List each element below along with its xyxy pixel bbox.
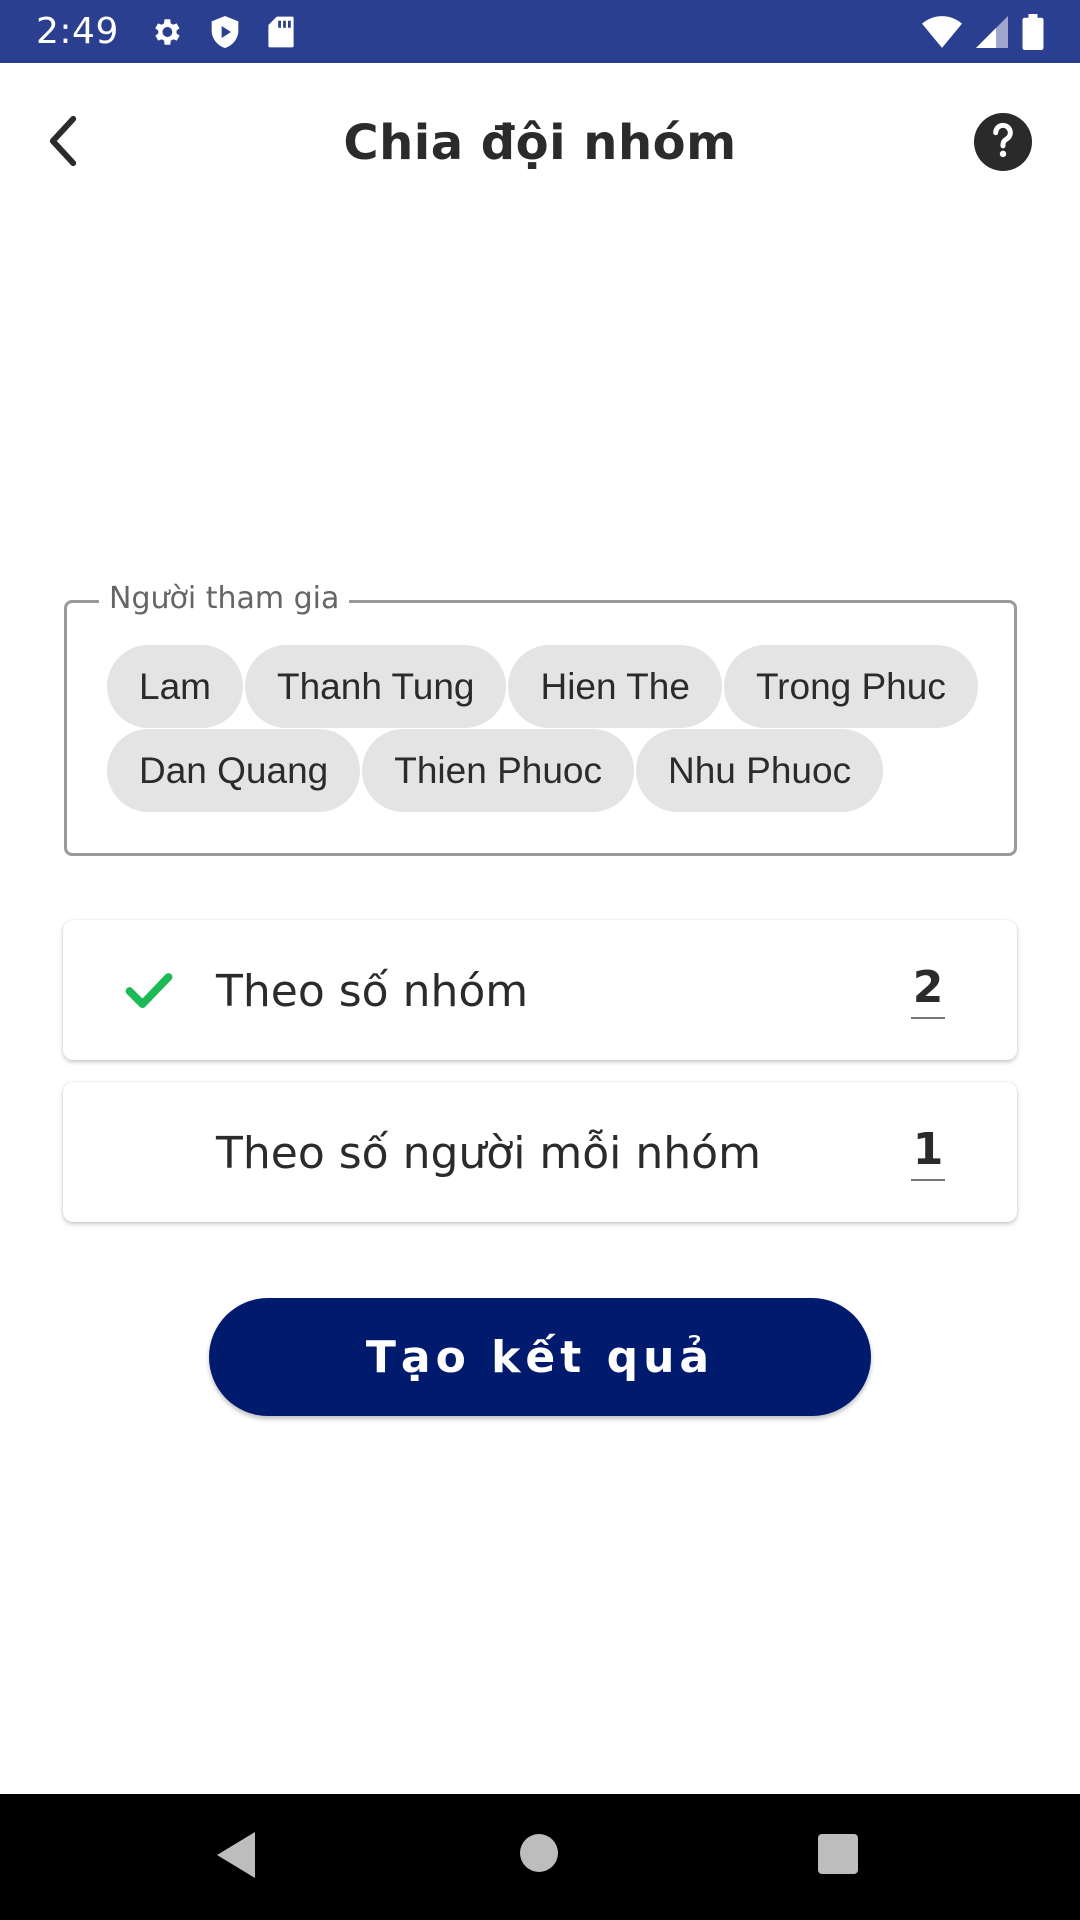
check-icon: [123, 964, 175, 1016]
option-label: Theo số người mỗi nhóm: [216, 1128, 761, 1179]
help-button[interactable]: [974, 113, 1032, 171]
participant-chip[interactable]: Nhu Phuoc: [636, 729, 884, 812]
option-by-group-count[interactable]: Theo số nhóm 2: [63, 920, 1017, 1060]
back-button[interactable]: [38, 113, 88, 173]
option-by-people-per-group[interactable]: Theo số người mỗi nhóm 1: [63, 1082, 1017, 1222]
people-per-group-input[interactable]: 1: [911, 1124, 945, 1181]
participant-chips: Lam Thanh Tung Hien The Trong Phuc Dan Q…: [107, 645, 987, 813]
battery-icon: [1022, 13, 1044, 50]
participant-chip[interactable]: Thien Phuoc: [362, 729, 634, 812]
participants-legend: Người tham gia: [99, 581, 350, 616]
sd-card-icon: [267, 15, 295, 49]
participant-chip[interactable]: Thanh Tung: [244, 645, 507, 728]
app-bar: Chia đội nhóm: [0, 63, 1080, 223]
status-icons-left: [149, 14, 295, 50]
participants-field[interactable]: Người tham gia Lam Thanh Tung Hien The T…: [64, 581, 1017, 856]
participant-chip[interactable]: Trong Phuc: [723, 645, 978, 728]
wifi-icon: [922, 15, 962, 48]
signal-icon: [976, 15, 1008, 48]
help-circle-icon: [988, 121, 1018, 164]
status-icons-right: [922, 13, 1044, 50]
nav-home-icon[interactable]: [520, 1834, 558, 1872]
shield-play-icon: [209, 14, 241, 50]
status-bar: 2:49: [0, 0, 1080, 63]
page-title: Chia đội nhóm: [343, 115, 737, 171]
participant-chip[interactable]: Hien The: [508, 645, 722, 728]
option-label: Theo số nhóm: [216, 966, 529, 1017]
group-count-input[interactable]: 2: [911, 962, 945, 1019]
nav-back-icon[interactable]: [215, 1830, 259, 1885]
generate-result-button[interactable]: Tạo kết quả: [209, 1298, 871, 1416]
nav-bar: [0, 1794, 1080, 1920]
nav-recents-icon[interactable]: [818, 1834, 858, 1874]
participant-chip[interactable]: Lam: [107, 645, 243, 728]
gear-icon: [149, 15, 183, 49]
chevron-left-icon: [46, 115, 80, 172]
status-time: 2:49: [36, 11, 119, 52]
participant-chip[interactable]: Dan Quang: [107, 729, 361, 812]
